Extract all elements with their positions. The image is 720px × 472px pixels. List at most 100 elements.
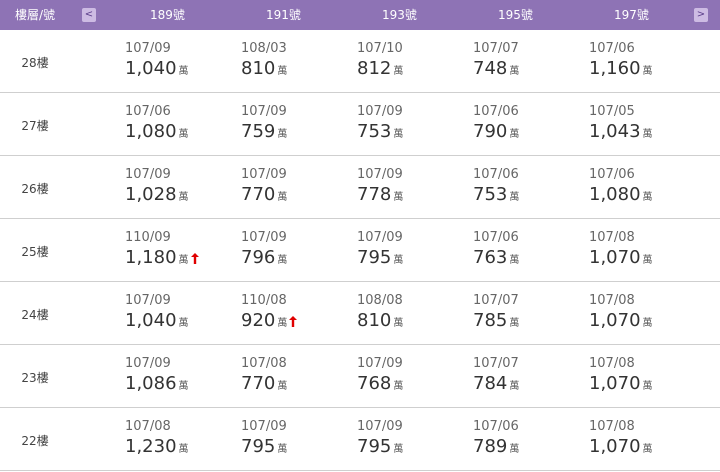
price-cell[interactable]: 107/09 796 萬: [241, 230, 287, 272]
transaction-date: 107/09: [357, 356, 403, 371]
price-cell[interactable]: 107/08 770 萬: [241, 356, 287, 398]
table-row: 25樓 110/09 1,180 萬 107/09 796 萬 107/09 795 萬 107/0…: [0, 219, 720, 282]
transaction-date: 107/06: [473, 230, 519, 245]
price-cell[interactable]: 107/09 1,086 萬: [125, 356, 189, 398]
price-value-line: 1,180 萬: [125, 247, 199, 272]
price-unit: 萬: [642, 255, 653, 266]
price-value-line: 796 萬: [241, 247, 287, 272]
price-cell[interactable]: 107/07 748 萬: [473, 41, 519, 83]
transaction-date: 107/08: [241, 356, 287, 371]
price-unit: 萬: [509, 444, 520, 455]
price-cell[interactable]: 107/06 763 萬: [473, 230, 519, 272]
price-value: 770: [241, 373, 276, 394]
price-cell[interactable]: 107/09 795 萬: [357, 230, 403, 272]
price-cell[interactable]: 107/08 1,230 萬: [125, 419, 189, 461]
price-value-line: 785 萬: [473, 310, 519, 335]
column-header: 191號: [266, 8, 301, 22]
price-cell[interactable]: 110/09 1,180 萬: [125, 230, 199, 272]
price-value-line: 920 萬: [241, 310, 298, 335]
transaction-date: 107/07: [473, 293, 519, 308]
price-unit: 萬: [178, 129, 189, 140]
price-cell[interactable]: 107/08 1,070 萬: [589, 293, 653, 335]
price-value-line: 790 萬: [473, 121, 519, 146]
price-cell[interactable]: 107/05 1,043 萬: [589, 104, 653, 146]
price-cell[interactable]: 107/09 753 萬: [357, 104, 403, 146]
price-cell[interactable]: 107/06 1,160 萬: [589, 41, 653, 83]
price-cell[interactable]: 107/09 759 萬: [241, 104, 287, 146]
price-unit: 萬: [178, 444, 189, 455]
floor-label: 23樓: [21, 371, 49, 385]
price-cell[interactable]: 107/09 795 萬: [241, 419, 287, 461]
prev-columns-button[interactable]: <: [82, 8, 96, 22]
transaction-date: 107/09: [241, 167, 287, 182]
price-value-line: 759 萬: [241, 121, 287, 146]
transaction-date: 107/07: [473, 41, 519, 56]
transaction-date: 107/08: [589, 419, 635, 434]
price-value: 789: [473, 436, 508, 457]
price-cell[interactable]: 107/09 1,028 萬: [125, 167, 189, 209]
price-cell[interactable]: 108/08 810 萬: [357, 293, 403, 335]
price-cell[interactable]: 107/09 1,040 萬: [125, 41, 189, 83]
table-header: 樓層/號 < > 189號 191號 193號 195號 197號: [0, 0, 720, 30]
price-value: 812: [357, 58, 392, 79]
floor-label: 25樓: [21, 245, 49, 259]
price-cell[interactable]: 107/09 1,040 萬: [125, 293, 189, 335]
price-value: 810: [241, 58, 276, 79]
price-cell[interactable]: 107/06 790 萬: [473, 104, 519, 146]
price-value-line: 1,070 萬: [589, 247, 653, 272]
price-value: 1,070: [589, 436, 641, 457]
price-value: 753: [473, 184, 508, 205]
price-cell[interactable]: 107/09 770 萬: [241, 167, 287, 209]
price-value-line: 812 萬: [357, 58, 403, 83]
price-cell[interactable]: 110/08 920 萬: [241, 293, 298, 335]
price-unit: 萬: [509, 381, 520, 392]
price-cell[interactable]: 107/09 778 萬: [357, 167, 403, 209]
transaction-date: 107/10: [357, 41, 403, 56]
price-value: 1,028: [125, 184, 177, 205]
transaction-date: 107/09: [357, 167, 403, 182]
price-cell[interactable]: 107/06 789 萬: [473, 419, 519, 461]
price-cell[interactable]: 107/09 768 萬: [357, 356, 403, 398]
price-cell[interactable]: 107/10 812 萬: [357, 41, 403, 83]
next-columns-button[interactable]: >: [694, 8, 708, 22]
price-value: 753: [357, 121, 392, 142]
price-rise-arrow-icon: [287, 310, 298, 331]
price-cell[interactable]: 107/06 1,080 萬: [589, 167, 653, 209]
transaction-date: 110/08: [241, 293, 287, 308]
price-unit: 萬: [277, 444, 288, 455]
price-value-line: 770 萬: [241, 184, 287, 209]
price-cell[interactable]: 107/09 795 萬: [357, 419, 403, 461]
transaction-date: 107/06: [125, 104, 171, 119]
transaction-date: 107/05: [589, 104, 635, 119]
transaction-date: 107/06: [589, 167, 635, 182]
price-unit: 萬: [178, 255, 189, 266]
price-cell[interactable]: 107/07 784 萬: [473, 356, 519, 398]
price-value: 1,080: [125, 121, 177, 142]
price-value: 790: [473, 121, 508, 142]
price-unit: 萬: [277, 129, 288, 140]
price-unit: 萬: [393, 192, 404, 203]
transaction-date: 107/06: [589, 41, 635, 56]
price-cell[interactable]: 107/08 1,070 萬: [589, 419, 653, 461]
price-value: 796: [241, 247, 276, 268]
price-cell[interactable]: 108/03 810 萬: [241, 41, 287, 83]
price-cell[interactable]: 107/08 1,070 萬: [589, 230, 653, 272]
price-cell[interactable]: 107/07 785 萬: [473, 293, 519, 335]
price-value-line: 784 萬: [473, 373, 519, 398]
price-unit: 萬: [178, 192, 189, 203]
transaction-date: 107/09: [241, 419, 287, 434]
price-unit: 萬: [509, 318, 520, 329]
price-value: 768: [357, 373, 392, 394]
price-unit: 萬: [277, 66, 288, 77]
transaction-date: 108/03: [241, 41, 287, 56]
price-cell[interactable]: 107/06 753 萬: [473, 167, 519, 209]
table-row: 28樓 107/09 1,040 萬 108/03 810 萬 107/10 812 萬 107/0…: [0, 30, 720, 93]
table-row: 23樓 107/09 1,086 萬 107/08 770 萬 107/09 768 萬 107/0…: [0, 345, 720, 408]
price-unit: 萬: [642, 318, 653, 329]
price-value: 763: [473, 247, 508, 268]
price-value: 1,070: [589, 310, 641, 331]
price-unit: 萬: [393, 381, 404, 392]
price-cell[interactable]: 107/06 1,080 萬: [125, 104, 189, 146]
price-rise-arrow-icon: [189, 247, 199, 268]
price-cell[interactable]: 107/08 1,070 萬: [589, 356, 653, 398]
